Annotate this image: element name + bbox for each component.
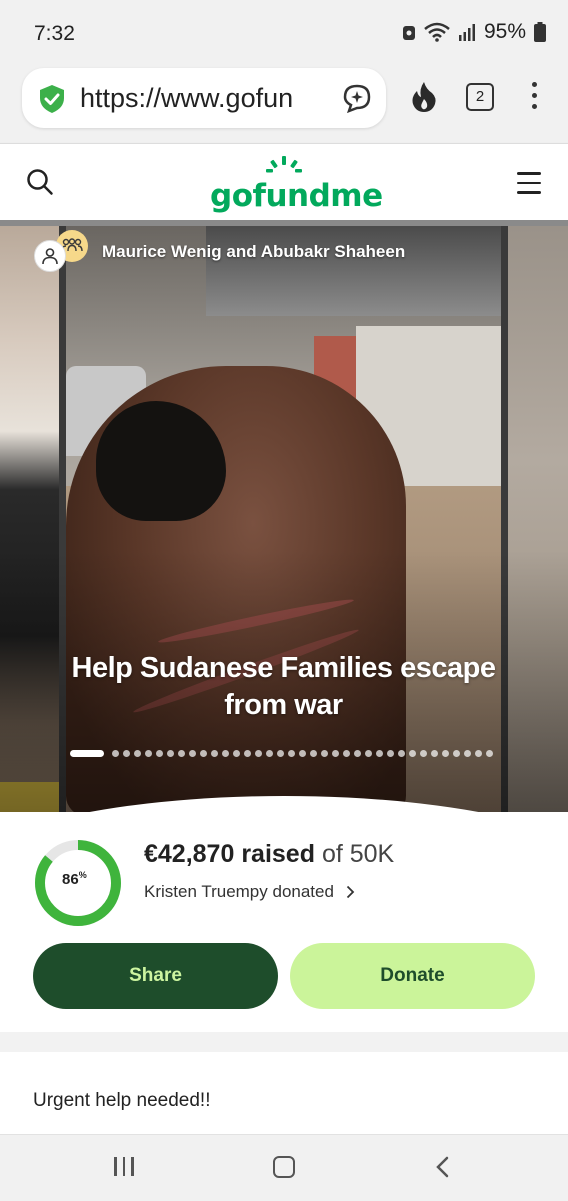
carousel-dot[interactable] [299, 750, 306, 757]
logo-sun-icon [266, 156, 302, 173]
url-text[interactable]: https://www.gofun [80, 83, 342, 114]
carousel-dot[interactable] [167, 750, 174, 757]
carousel-dot[interactable] [409, 750, 416, 757]
carousel-dot[interactable] [354, 750, 361, 757]
carousel-dot[interactable] [332, 750, 339, 757]
organizer-names[interactable]: Maurice Wenig and Abubakr Shaheen [102, 242, 405, 262]
carousel-dot[interactable] [211, 750, 218, 757]
carousel-dot[interactable] [398, 750, 405, 757]
share-button[interactable]: Share [33, 943, 278, 1009]
carousel-dot[interactable] [189, 750, 196, 757]
carousel-dot[interactable] [431, 750, 438, 757]
home-icon[interactable] [273, 1156, 295, 1178]
carousel-dot[interactable] [244, 750, 251, 757]
progress-percent-sign: % [78, 870, 87, 880]
alarm-icon [402, 26, 415, 40]
organizer-avatar [34, 240, 66, 272]
organizer-row[interactable]: Maurice Wenig and Abubakr Shaheen [34, 230, 405, 272]
carousel-dot[interactable] [233, 750, 240, 757]
recent-apps-icon[interactable] [114, 1157, 134, 1176]
carousel-dot[interactable] [123, 750, 130, 757]
carousel-dot-active[interactable] [70, 750, 104, 757]
carousel-dot[interactable] [200, 750, 207, 757]
hamburger-menu-icon[interactable] [517, 172, 541, 201]
carousel-dot[interactable] [134, 750, 141, 757]
more-vert-icon[interactable] [532, 82, 538, 115]
carousel-dot[interactable] [222, 750, 229, 757]
site-header: gofundme [0, 143, 568, 221]
tabs-button[interactable]: 2 [466, 83, 494, 111]
carousel-dot[interactable] [376, 750, 383, 757]
raised-amount: €42,870 raised [144, 840, 315, 868]
story-section: Urgent help needed!! [0, 1052, 568, 1134]
chevron-right-icon[interactable] [346, 885, 355, 899]
battery-icon [534, 22, 546, 42]
carousel-dot[interactable] [343, 750, 350, 757]
browser-toolbar: https://www.gofun 2 [0, 64, 568, 142]
carousel-dots[interactable] [70, 750, 493, 757]
carousel-dot[interactable] [442, 750, 449, 757]
carousel-dot[interactable] [277, 750, 284, 757]
carousel-dot[interactable] [112, 750, 119, 757]
campaign-title: Help Sudanese Families escape from war [71, 652, 496, 721]
signal-icon [458, 24, 475, 41]
carousel-dot[interactable] [453, 750, 460, 757]
assistant-icon[interactable] [342, 83, 372, 113]
carousel-dot[interactable] [145, 750, 152, 757]
carousel-dot[interactable] [365, 750, 372, 757]
story-text: Urgent help needed!! [33, 1090, 211, 1111]
user-icon [42, 248, 58, 265]
system-nav-bar [0, 1134, 568, 1201]
carousel-dot[interactable] [486, 750, 493, 757]
search-icon[interactable] [26, 168, 54, 196]
logo-text: gofundme [210, 178, 383, 214]
recent-donor-link[interactable]: Kristen Truempy donated [144, 882, 355, 902]
goal-text: of 50K [321, 840, 395, 868]
carousel-dot[interactable] [178, 750, 185, 757]
carousel-dot[interactable] [156, 750, 163, 757]
back-icon[interactable] [435, 1156, 449, 1178]
status-icons: 95% [402, 20, 546, 44]
battery-percent: 95% [483, 20, 526, 43]
carousel-dot[interactable] [464, 750, 471, 757]
wifi-icon [424, 22, 450, 42]
amount-raised: €42,870 raised of 50K [144, 840, 394, 869]
address-bar[interactable]: https://www.gofun [22, 68, 386, 128]
carousel-dot[interactable] [321, 750, 328, 757]
carousel-dot[interactable] [288, 750, 295, 757]
status-bar: 7:32 95% [0, 0, 568, 64]
progress-percent-value: 86 [62, 871, 79, 888]
carousel-dot[interactable] [310, 750, 317, 757]
status-time: 7:32 [34, 22, 75, 45]
campaign-hero-carousel[interactable]: Maurice Wenig and Abubakr Shaheen Help S… [0, 220, 568, 812]
photo-hair [96, 401, 226, 521]
shield-check-icon[interactable] [36, 83, 68, 115]
donate-button[interactable]: Donate [290, 943, 535, 1009]
progress-percent: 86% [62, 870, 87, 888]
carousel-dot[interactable] [387, 750, 394, 757]
fire-icon[interactable] [409, 81, 439, 113]
carousel-dot[interactable] [255, 750, 262, 757]
section-divider [0, 1032, 568, 1052]
carousel-dot[interactable] [420, 750, 427, 757]
donation-progress-card: 86% €42,870 raised of 50K Kristen Truemp… [0, 812, 568, 1032]
carousel-dot[interactable] [475, 750, 482, 757]
gofundme-logo[interactable]: gofundme [210, 156, 383, 214]
carousel-dot[interactable] [266, 750, 273, 757]
recent-donor-text[interactable]: Kristen Truempy donated [144, 882, 334, 902]
